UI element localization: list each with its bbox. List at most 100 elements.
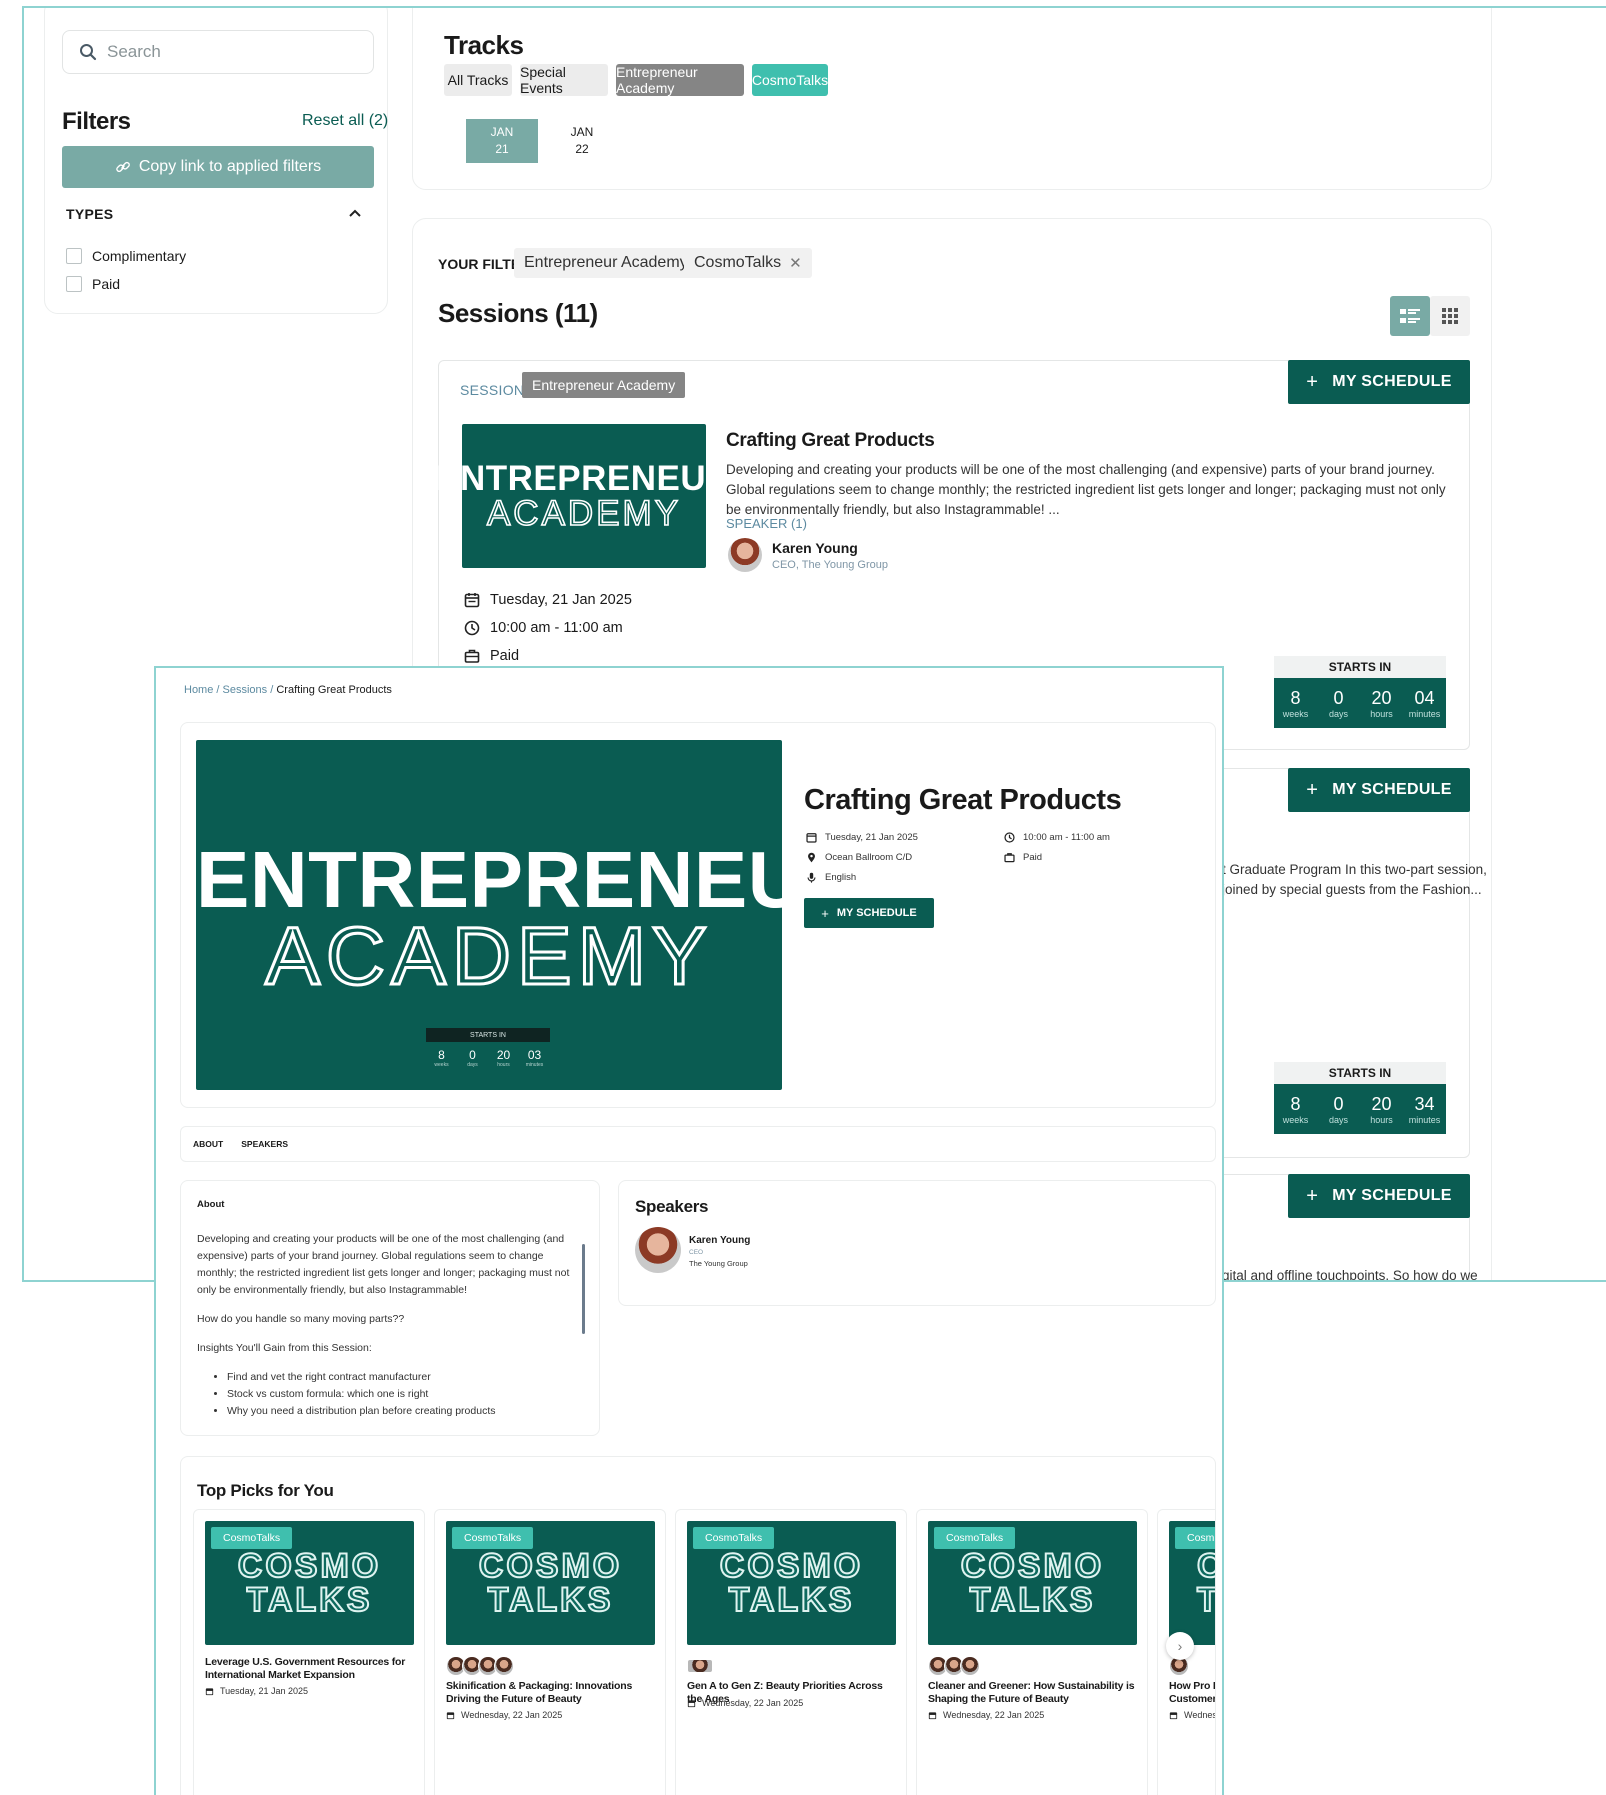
detail-price-text: Paid: [1023, 852, 1043, 863]
list-item: Find and vet the right contract manufact…: [227, 1369, 581, 1386]
session-hero-image: ENTREPRENEUR ACADEMY STARTS IN 8 weeks 0d…: [196, 740, 865, 1090]
hero-countdown: STARTS IN 8 weeks 0 days 20 hours 03 minutes: [426, 1028, 550, 1068]
date-jan-21[interactable]: JAN 21: [466, 119, 538, 163]
breadcrumb-current: Crafting Great Products: [276, 684, 392, 696]
clock-icon: [464, 620, 480, 636]
plus-icon: +: [1306, 370, 1319, 393]
date-jan-22[interactable]: JAN 22: [546, 119, 618, 163]
pick-title[interactable]: Leverage U.S. Government Resources for I…: [205, 1656, 417, 1682]
pick-title[interactable]: Cleaner and Greener: How Sustainability …: [928, 1680, 1140, 1706]
clock-icon: [1004, 832, 1015, 843]
about-paragraph: How do you handle so many moving parts??: [197, 1313, 405, 1325]
speaker-avatar[interactable]: [635, 1227, 681, 1273]
speaker-avatar[interactable]: [728, 538, 762, 572]
grid-view-button[interactable]: [1430, 296, 1470, 336]
pick-title[interactable]: Skinification & Packaging: Innovations D…: [446, 1680, 658, 1706]
checkbox[interactable]: [66, 248, 82, 264]
pick-card[interactable]: CosmoTalks COSMO TALKS Leverage U.S. Gov…: [193, 1509, 425, 1795]
grid-view-icon: [1442, 308, 1458, 324]
countdown-minutes: 04: [1414, 688, 1435, 708]
about-scrollbar[interactable]: [582, 1244, 585, 1334]
pick-date-text: Wednesday, 22 Jan 2025: [461, 1710, 563, 1720]
about-paragraph: Developing and creating your products wi…: [197, 1233, 570, 1296]
hero-line1: ENTREPRENEUR: [196, 835, 865, 924]
carousel-next-button[interactable]: ›: [1166, 1632, 1194, 1660]
unit-label: minutes: [1408, 709, 1441, 719]
calendar-icon: [205, 1687, 214, 1695]
breadcrumb-sessions[interactable]: Sessions: [223, 684, 268, 696]
session-time: 10:00 am - 11:00 am: [464, 620, 623, 636]
breadcrumb: Home / Sessions / Crafting Great Product…: [184, 684, 392, 696]
pick-thumbnail: CosmoTalks COSMO TALKS: [446, 1521, 655, 1645]
pick-card[interactable]: CosmoTalks COSMO TALKS Cleaner and Green…: [916, 1509, 1148, 1795]
session-thumbnail[interactable]: ENTREPRENEUR ACADEMY: [436, 424, 731, 568]
pick-title[interactable]: How Pro Be Customer-C: [1169, 1680, 1215, 1706]
breadcrumb-home[interactable]: Home: [184, 684, 213, 696]
top-picks-heading: Top Picks for You: [197, 1481, 334, 1500]
unit-label: days: [467, 1062, 478, 1068]
tab-speakers[interactable]: SPEAKERS: [241, 1139, 288, 1149]
chevron-up-icon[interactable]: [348, 206, 362, 220]
pick-date-text: Wednesday, 22 Jan 2025: [702, 1698, 804, 1708]
pick-card[interactable]: CosmoTalks COSMO TALKS Skinification & P…: [434, 1509, 666, 1795]
pick-thumbnail: CosmoTalks COSMO TALKS: [928, 1521, 1137, 1645]
avatar: [687, 1659, 713, 1673]
cosmo-logo-line1: COSMO: [719, 1547, 864, 1585]
list-item: Why you need a distribution plan before …: [227, 1403, 581, 1420]
my-schedule-button[interactable]: + MY SCHEDULE: [1288, 768, 1470, 812]
filter-chip-cosmotalks[interactable]: CosmoTalks ✕: [684, 248, 812, 278]
countdown-days: 0: [469, 1048, 476, 1062]
list-view-icon: [1400, 309, 1420, 323]
calendar-icon: [687, 1699, 696, 1707]
countdown-hours: 20: [1371, 688, 1392, 708]
plus-icon: +: [1306, 1184, 1319, 1207]
pick-thumbnail: CosmoTalks COSMO TALKS: [205, 1521, 414, 1645]
my-schedule-button[interactable]: + MY SCHEDULE: [1288, 360, 1470, 404]
cosmo-logo-line2: TALKS: [246, 1581, 373, 1619]
unit-label: hours: [497, 1062, 510, 1068]
thumb-line2: ACADEMY: [486, 494, 682, 533]
detail-language-text: English: [825, 872, 857, 883]
session-track-badge: Entrepreneur Academy: [522, 372, 686, 398]
pick-badge: CosmoTalks: [211, 1527, 293, 1549]
speaker-role: CEO, The Young Group: [772, 559, 888, 571]
my-schedule-button[interactable]: + MY SCHEDULE: [804, 898, 934, 928]
pick-title-line: Customer-C: [1169, 1693, 1215, 1705]
close-icon[interactable]: ✕: [789, 254, 802, 272]
search-input[interactable]: Search: [62, 30, 374, 74]
detail-location: Ocean Ballroom C/D: [806, 852, 912, 863]
date-day: 21: [495, 142, 509, 156]
track-special-events[interactable]: Special Events: [520, 64, 608, 96]
my-schedule-button[interactable]: + MY SCHEDULE: [1288, 1174, 1470, 1218]
checkbox[interactable]: [66, 276, 82, 292]
pick-card[interactable]: CosmoTalks COSMO TALKS Gen A to Gen Z: B…: [675, 1509, 907, 1795]
reset-all-link[interactable]: Reset all (2): [302, 112, 388, 130]
cosmo-logo-line2: TALKS: [487, 1581, 614, 1619]
track-all[interactable]: All Tracks: [444, 64, 512, 96]
pick-date: Wednesday, 22 Jan 2025: [687, 1698, 803, 1708]
cosmo-logo-line2: TALKS: [728, 1581, 855, 1619]
calendar-icon: [806, 833, 817, 843]
track-cosmotalks[interactable]: CosmoTalks: [752, 64, 828, 96]
session-time-text: 10:00 am - 11:00 am: [490, 620, 623, 636]
list-view-button[interactable]: [1390, 296, 1430, 336]
detail-time-text: 10:00 am - 11:00 am: [1023, 832, 1110, 843]
track-entrepreneur-academy[interactable]: Entrepreneur Academy: [616, 64, 744, 96]
session-date: Tuesday, 21 Jan 2025: [464, 592, 632, 608]
tab-about[interactable]: ABOUT: [193, 1139, 223, 1149]
calendar-icon: [1169, 1711, 1178, 1719]
pick-thumbnail: Cosm COSMO TALKS: [1169, 1521, 1215, 1645]
countdown-minutes: 34: [1414, 1094, 1435, 1114]
type-option-paid[interactable]: Paid: [66, 276, 120, 292]
session-title[interactable]: Crafting Great Products: [726, 430, 935, 452]
speaker-name[interactable]: Karen Young: [772, 540, 858, 556]
countdown: STARTS IN 8 weeks 0 days 20 hours 04 minutes: [1274, 656, 1446, 728]
plus-icon: +: [1306, 778, 1319, 801]
copy-link-button[interactable]: Copy link to applied filters: [62, 146, 374, 188]
speaker-role: CEO: [689, 1249, 704, 1256]
type-option-complimentary[interactable]: Complimentary: [66, 248, 186, 264]
cosmo-logo-line1: COSMO: [237, 1547, 382, 1585]
speaker-name[interactable]: Karen Young: [689, 1235, 750, 1246]
chip-label: Entrepreneur Academy: [524, 254, 688, 271]
breadcrumb-separator: /: [216, 684, 220, 696]
